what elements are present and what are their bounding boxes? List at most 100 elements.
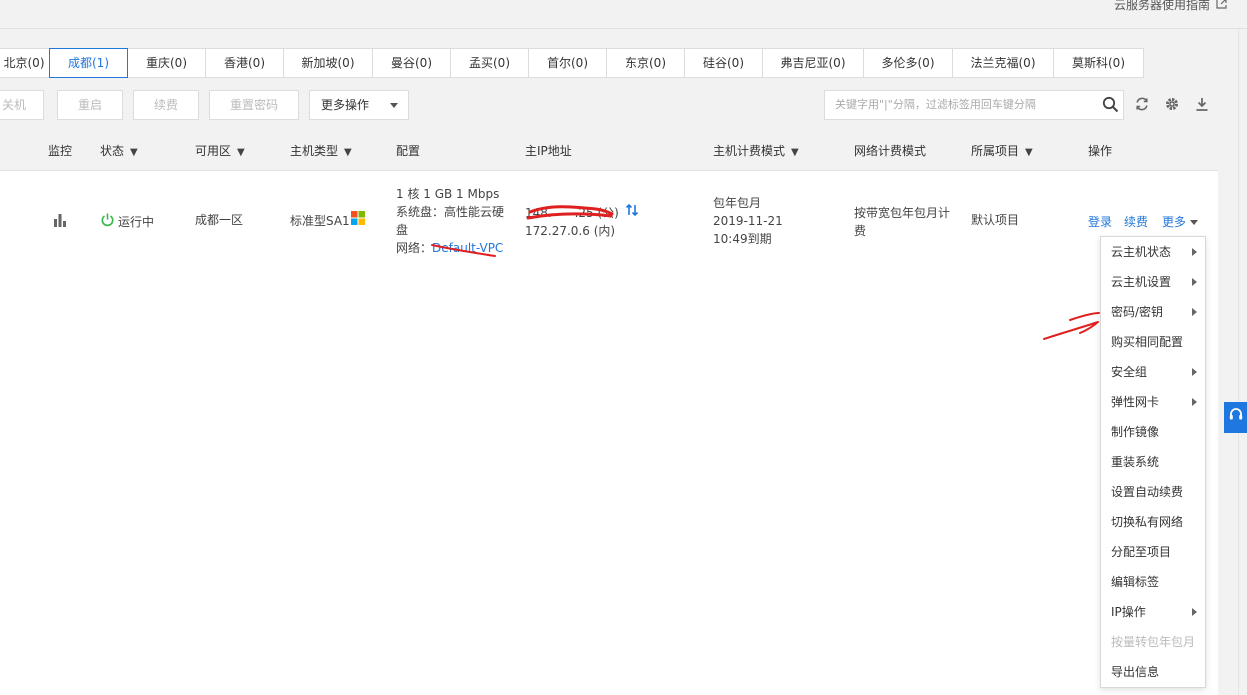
project-cell: 默认项目 [971,213,1020,227]
restart-button[interactable]: 重启 [57,90,123,120]
expiry-time: 10:49到期 [713,232,772,246]
menu-item-label: 安全组 [1111,365,1148,379]
guide-link[interactable]: 云服务器使用指南 [1114,0,1227,13]
region-tab-virginia[interactable]: 弗吉尼亚(0) [762,48,864,78]
renew-button[interactable]: 续费 [133,90,199,120]
page-scrollbar[interactable] [1238,29,1247,695]
menu-item-instance-settings[interactable]: 云主机设置 [1101,267,1205,297]
submenu-arrow-icon [1192,278,1197,286]
menu-item-reinstall-system[interactable]: 重装系统 [1101,447,1205,477]
menu-item-label: 设置自动续费 [1111,485,1184,499]
filter-icon[interactable]: ▼ [344,147,352,158]
more-link-label: 更多 [1162,215,1187,229]
menu-item-label: 云主机状态 [1111,245,1172,259]
menu-item-edit-tags[interactable]: 编辑标签 [1101,567,1205,597]
submenu-arrow-icon [1192,248,1197,256]
region-tab-chengdu[interactable]: 成都(1) [49,48,128,78]
menu-item-label: 导出信息 [1111,665,1160,679]
search-input[interactable]: 关键字用"|"分隔，过滤标签用回车键分隔 [824,90,1124,120]
menu-item-instance-status[interactable]: 云主机状态 [1101,237,1205,267]
billing-cell: 包年包月 2019-11-21 10:49到期 [713,194,783,248]
column-host-type[interactable]: 主机类型 ▼ [290,142,352,159]
more-actions-dropdown[interactable]: 更多操作 [309,90,409,120]
ip-switch-icon[interactable] [625,203,639,222]
column-billing[interactable]: 主机计费模式 ▼ [713,142,799,159]
refresh-icon[interactable] [1133,96,1151,114]
menu-item-label: 分配至项目 [1111,545,1172,559]
region-tab-bangkok[interactable]: 曼谷(0) [372,48,451,78]
filter-icon[interactable]: ▼ [130,147,138,158]
menu-item-label: 云主机设置 [1111,275,1172,289]
more-actions-menu: 云主机状态 云主机设置 密码/密钥 购买相同配置 安全组 弹性网卡 制作镜像 重… [1100,236,1206,688]
instance-table: 运行中 成都一区 标准型SA1 1 核 1 GB 1 Mbps 系统盘：高性能云… [0,171,1218,695]
status-cell: 运行中 [100,212,154,232]
more-actions-label: 更多操作 [321,98,370,112]
billing-mode: 包年包月 [713,196,762,210]
menu-item-elastic-nic[interactable]: 弹性网卡 [1101,387,1205,417]
shutdown-button[interactable]: 关机 [0,90,44,120]
submenu-arrow-icon [1192,368,1197,376]
menu-item-label: 按量转包年包月 [1111,635,1196,649]
reset-password-button[interactable]: 重置密码 [209,90,299,120]
search-icon[interactable] [1102,96,1119,124]
region-tab-chongqing[interactable]: 重庆(0) [127,48,206,78]
column-project-label: 所属项目 [971,144,1020,158]
column-status-label: 状态 [100,144,125,158]
host-type-text: 标准型SA1 [290,213,350,228]
expiry-date: 2019-11-21 [713,214,783,228]
filter-icon[interactable]: ▼ [1025,147,1033,158]
search-placeholder: 关键字用"|"分隔，过滤标签用回车键分隔 [835,98,1036,111]
menu-item-convert-billing: 按量转包年包月 [1101,627,1205,657]
region-tab-hongkong[interactable]: 香港(0) [205,48,284,78]
menu-item-password-key[interactable]: 密码/密钥 [1101,297,1205,327]
column-zone[interactable]: 可用区 ▼ [195,142,245,159]
menu-item-label: 制作镜像 [1111,425,1160,439]
zone-cell: 成都一区 [195,213,244,227]
menu-item-assign-project[interactable]: 分配至项目 [1101,537,1205,567]
config-cell: 1 核 1 GB 1 Mbps 系统盘：高性能云硬盘 网络：Default-VP… [396,185,514,257]
guide-link-label[interactable]: 云服务器使用指南 [1114,0,1210,13]
region-tab-singapore[interactable]: 新加坡(0) [283,48,373,78]
column-status[interactable]: 状态 ▼ [100,142,138,159]
menu-item-export-info[interactable]: 导出信息 [1101,657,1205,687]
config-network: 网络：Default-VPC [396,239,514,257]
monitor-chart-icon[interactable] [53,213,67,232]
region-tabs: 北京(0) 成都(1) 重庆(0) 香港(0) 新加坡(0) 曼谷(0) 孟买(… [0,48,1144,78]
settings-icon[interactable] [1163,96,1181,114]
download-icon[interactable] [1193,96,1211,114]
vpc-link[interactable]: Default-VPC [432,241,503,255]
public-ip-row: 148. .25 (公) [525,203,639,222]
submenu-arrow-icon [1192,398,1197,406]
menu-item-ip-operations[interactable]: IP操作 [1101,597,1205,627]
column-billing-label: 主机计费模式 [713,144,786,158]
column-ip: 主IP地址 [525,144,572,158]
submenu-arrow-icon [1192,608,1197,616]
region-tab-mumbai[interactable]: 孟买(0) [450,48,529,78]
column-config: 配置 [396,144,421,158]
region-tab-beijing[interactable]: 北京(0) [0,48,50,78]
renew-link[interactable]: 续费 [1124,213,1148,231]
menu-item-security-group[interactable]: 安全组 [1101,357,1205,387]
region-tab-siliconvalley[interactable]: 硅谷(0) [684,48,763,78]
menu-item-switch-vpc[interactable]: 切换私有网络 [1101,507,1205,537]
host-type-cell: 标准型SA1 [290,211,365,230]
menu-item-create-image[interactable]: 制作镜像 [1101,417,1205,447]
region-tab-toronto[interactable]: 多伦多(0) [863,48,953,78]
login-link[interactable]: 登录 [1088,213,1112,231]
menu-item-buy-same-config[interactable]: 购买相同配置 [1101,327,1205,357]
region-tab-tokyo[interactable]: 东京(0) [606,48,685,78]
filter-icon[interactable]: ▼ [791,147,799,158]
more-dropdown[interactable]: 更多 [1162,213,1199,231]
power-icon [100,212,115,232]
region-tab-moscow[interactable]: 莫斯科(0) [1053,48,1144,78]
menu-item-auto-renew[interactable]: 设置自动续费 [1101,477,1205,507]
public-ip: 148. .25 (公) [525,205,619,220]
region-tab-seoul[interactable]: 首尔(0) [528,48,607,78]
column-actions: 操作 [1088,144,1113,158]
filter-icon[interactable]: ▼ [237,147,245,158]
menu-item-label: 密码/密钥 [1111,305,1164,319]
customer-service-button[interactable] [1224,402,1247,433]
menu-item-label: 购买相同配置 [1111,335,1184,349]
column-project[interactable]: 所属项目 ▼ [971,142,1033,159]
region-tab-frankfurt[interactable]: 法兰克福(0) [952,48,1054,78]
